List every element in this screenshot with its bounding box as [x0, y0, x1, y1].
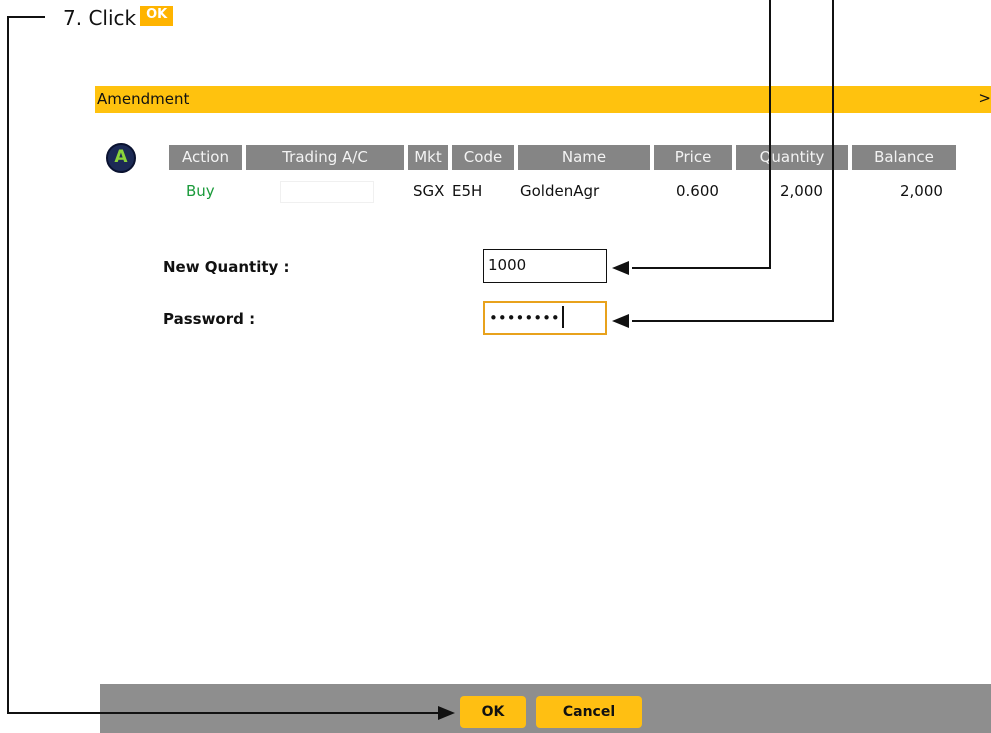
new-quantity-field[interactable]: 1000: [483, 249, 607, 283]
cancel-button[interactable]: Cancel: [536, 696, 642, 728]
cell-mkt: SGX: [413, 182, 445, 200]
new-quantity-label: New Quantity :: [163, 258, 290, 276]
cell-trading-ac: [280, 181, 374, 203]
cell-action: Buy: [186, 182, 215, 200]
password-label: Password :: [163, 310, 256, 328]
password-value: ••••••••: [489, 309, 560, 327]
column-header-name: Name: [518, 145, 650, 170]
cell-code: E5H: [452, 182, 483, 200]
instruction-ok-sample: OK: [140, 6, 174, 26]
arrowhead-quantity: [612, 261, 629, 275]
badge-letter: A: [114, 147, 128, 167]
cell-price: 0.600: [676, 182, 719, 200]
column-header-quantity: Quantity: [736, 145, 848, 170]
ok-button[interactable]: OK: [460, 696, 526, 728]
arrowhead-password: [612, 314, 629, 328]
cell-name: GoldenAgr: [520, 182, 600, 200]
instruction-text: 7. Click OK: [63, 6, 174, 30]
dialog-titlebar: Amendment >: [95, 86, 991, 113]
password-field[interactable]: ••••••••: [483, 301, 607, 335]
new-quantity-value: 1000: [488, 256, 527, 274]
arrow-to-ok-line: [7, 16, 440, 714]
cell-balance: 2,000: [900, 182, 943, 200]
arrow-to-quantity-line: [632, 0, 771, 269]
column-header-trading-ac: Trading A/C: [246, 145, 404, 170]
column-header-mkt: Mkt: [408, 145, 448, 170]
column-header-action: Action: [169, 145, 242, 170]
text-caret: [561, 306, 564, 328]
close-icon[interactable]: >: [978, 89, 991, 107]
amend-badge-icon: A: [106, 143, 136, 173]
dialog-title: Amendment: [97, 90, 190, 108]
column-header-code: Code: [452, 145, 514, 170]
instruction-step: 7. Click: [63, 6, 137, 30]
column-header-balance: Balance: [852, 145, 956, 170]
cell-quantity: 2,000: [780, 182, 823, 200]
column-header-price: Price: [654, 145, 732, 170]
